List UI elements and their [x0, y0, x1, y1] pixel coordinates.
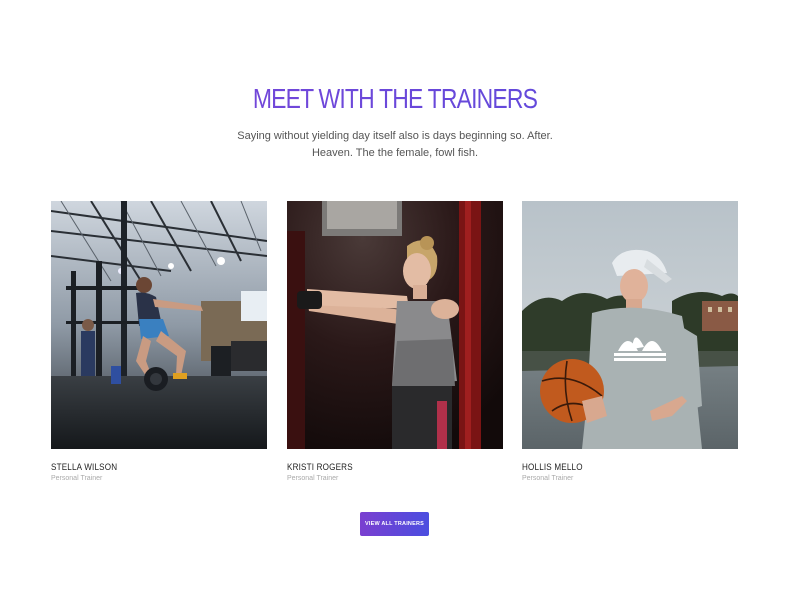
- trainer-card[interactable]: HOLLIS MELLO Personal Trainer: [522, 201, 738, 484]
- trainer-name[interactable]: STELLA WILSON: [51, 461, 245, 473]
- section-title: MEET WITH THE TRAINERS: [71, 82, 719, 116]
- trainer-card[interactable]: KRISTI ROGERS Personal Trainer: [287, 201, 503, 484]
- trainer-card[interactable]: STELLA WILSON Personal Trainer: [51, 201, 267, 484]
- trainer-role: Personal Trainer: [522, 475, 574, 482]
- woman-crossfit-gym-photo: [51, 201, 267, 449]
- trainer-name[interactable]: KRISTI ROGERS: [287, 461, 481, 473]
- trainer-name[interactable]: HOLLIS MELLO: [522, 461, 716, 473]
- trainer-role: Personal Trainer: [287, 475, 339, 482]
- man-basketball-photo: [522, 201, 738, 449]
- trainer-photo[interactable]: [522, 201, 738, 449]
- trainer-photo[interactable]: [51, 201, 267, 449]
- trainer-role: Personal Trainer: [51, 475, 103, 482]
- view-all-trainers-button[interactable]: VIEW ALL TRAINERS: [360, 512, 429, 536]
- trainers-section: MEET WITH THE TRAINERS Saying without yi…: [0, 0, 800, 600]
- trainer-photo[interactable]: [287, 201, 503, 449]
- section-subtitle: Saying without yielding day itself also …: [237, 130, 553, 159]
- woman-kettlebell-photo: [287, 201, 503, 449]
